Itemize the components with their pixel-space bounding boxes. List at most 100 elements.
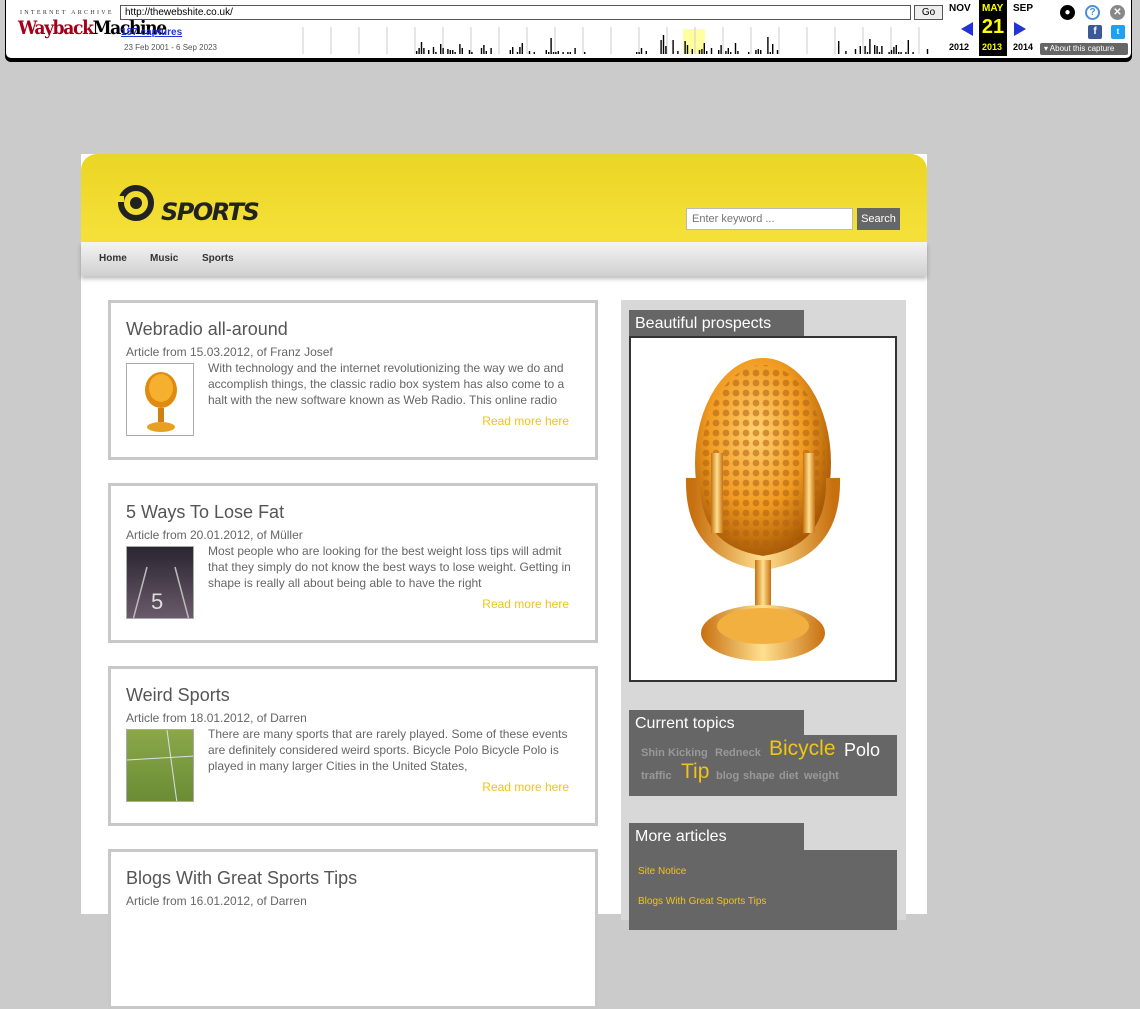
prospects-heading: Beautiful prospects [629,310,804,337]
tag-link[interactable]: Kicking [668,747,708,759]
capture-bar [730,52,732,54]
microphone-image[interactable] [629,336,897,682]
tag-link[interactable]: Shin [641,747,665,759]
svg-text:5: 5 [151,589,163,614]
capture-bar [677,51,679,54]
search-button[interactable]: Search [857,208,900,230]
capture-bar [480,48,483,54]
field-thumbnail[interactable] [126,729,194,802]
capture-bar [776,50,779,54]
capture-bar [878,52,881,54]
capture-bar [760,50,762,54]
article-title[interactable]: Webradio all-around [126,319,288,340]
article-excerpt: There are many sports that are rarely pl… [208,727,568,773]
month-next[interactable]: SEP [1013,3,1033,14]
read-more-link[interactable]: Read more here [482,780,569,794]
capture-bar [545,50,547,54]
capture-bar [584,52,586,54]
capture-bar [459,44,461,54]
capture-bar [734,43,737,54]
capture-bar [874,45,876,54]
url-input[interactable]: http://thewebshite.co.uk/ [120,5,911,20]
capture-bar [672,40,674,54]
capture-bar [665,46,667,54]
capture-bar [548,52,550,54]
capture-bar [720,45,722,54]
main-nav: Home Music Sports [81,242,927,276]
month-prev[interactable]: NOV [949,3,971,14]
article-title[interactable]: Weird Sports [126,685,230,706]
go-button[interactable]: Go [914,5,943,20]
capture-bar [452,50,454,54]
archive-label: INTERNET ARCHIVE [20,10,114,16]
capture-bar [418,48,420,54]
read-more-link[interactable]: Read more here [482,597,569,611]
user-icon[interactable]: ● [1060,5,1075,20]
capture-bar [521,43,523,54]
year-next[interactable]: 2014 [1013,42,1033,52]
capture-sparkline[interactable] [298,27,938,54]
capture-bar [698,50,701,54]
capture-bar [866,52,869,54]
article-title[interactable]: Blogs With Great Sports Tips [126,868,357,889]
nav-sports[interactable]: Sports [202,253,234,264]
tag-link[interactable]: shape [743,770,775,782]
wayback-toolbar: INTERNET ARCHIVE WaybackMachine http://t… [5,0,1132,59]
article-title[interactable]: 5 Ways To Lose Fat [126,502,284,523]
tag-cloud: Shin Kicking Redneck Bicycle Polo traffi… [629,735,897,796]
day-current: 21 [981,16,1005,38]
tag-link[interactable]: Redneck [715,747,761,759]
facebook-icon[interactable]: f [1088,25,1102,39]
capture-bar [691,49,693,54]
capture-bar [686,45,689,54]
about-capture-button[interactable]: ▾ About this capture [1040,43,1128,55]
tag-link[interactable]: Polo [844,740,880,761]
more-article-link[interactable]: Blogs With Great Sports Tips [638,896,766,907]
article-meta: Article from 16.01.2012, of Darren [126,894,307,908]
capture-bar [645,51,647,54]
twitter-icon[interactable]: t [1111,25,1125,39]
capture-bar [881,46,883,54]
capture-bar [552,52,555,54]
capture-bar [757,49,759,54]
capture-bar [449,50,451,54]
tag-link[interactable]: blog [716,770,739,782]
captures-link[interactable]: 187 captures [121,27,182,38]
help-icon[interactable]: ? [1085,5,1100,20]
capture-bar [912,52,914,54]
microphone-thumbnail[interactable] [126,363,194,436]
capture-bar [772,44,774,54]
capture-bar [725,51,727,54]
prev-arrow-icon[interactable] [961,22,973,36]
capture-bar [636,52,638,54]
capture-bar [706,51,708,54]
capture-bar [574,48,576,54]
article-excerpt: With technology and the internet revolut… [208,361,565,407]
search-input[interactable] [686,208,853,230]
year-prev[interactable]: 2012 [949,42,969,52]
capture-bar [893,47,895,54]
logo-part-a: Wayback [18,17,94,39]
tag-link[interactable]: traffic [641,770,672,782]
site-logo-text[interactable]: SPORTS [161,198,260,226]
tag-link[interactable]: weight [804,770,839,782]
capture-bar [442,48,444,54]
tag-link[interactable]: Bicycle [769,737,836,761]
capture-bar [660,40,662,54]
nav-music[interactable]: Music [150,253,178,264]
track-thumbnail[interactable]: 5 [126,546,194,619]
capture-bar [454,52,456,54]
nav-home[interactable]: Home [99,253,127,264]
read-more-link[interactable]: Read more here [482,414,569,428]
capture-bar [461,48,463,54]
article-excerpt: Most people who are looking for the best… [208,544,571,590]
tag-link[interactable]: Tip [681,760,709,784]
close-icon[interactable]: ✕ [1110,5,1125,20]
more-article-link[interactable]: Site Notice [638,866,686,877]
tag-link[interactable]: diet [779,770,799,782]
next-arrow-icon[interactable] [1014,22,1026,36]
logo-icon [114,185,154,221]
capture-bar [569,52,571,54]
capture-bar [767,37,769,54]
capture-bar [519,47,521,54]
